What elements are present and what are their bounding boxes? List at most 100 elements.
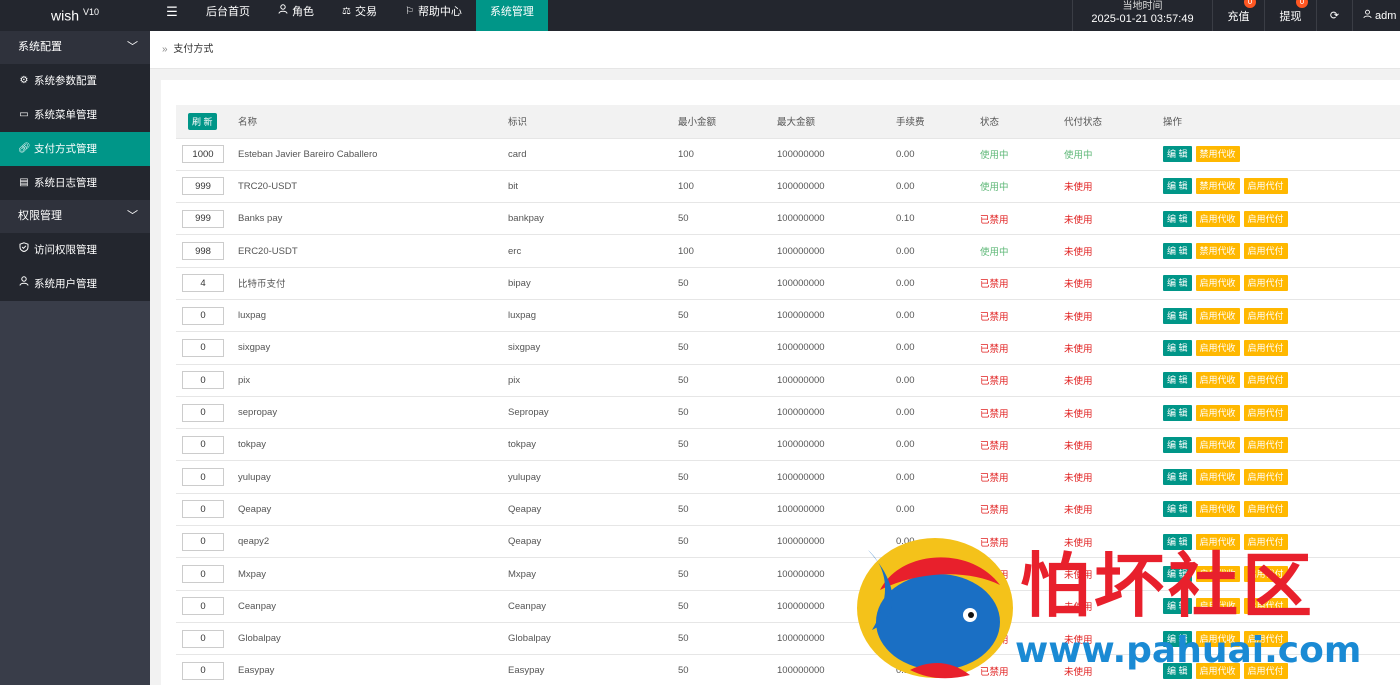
toggle-payout-button[interactable]: 启用代付 [1243, 178, 1288, 195]
refresh-button[interactable]: 刷 新 [188, 112, 217, 130]
edit-button[interactable]: 编 辑 [1163, 339, 1192, 356]
toggle-collection-button[interactable]: 启用代收 [1195, 501, 1240, 518]
recharge-button[interactable]: 充值 0 [1212, 0, 1264, 31]
gear-icon: ⚙ [19, 75, 29, 86]
topnav-item-system[interactable]: 系统管理 [475, 0, 548, 31]
cell-name: yulupay [232, 460, 502, 494]
sidebar-item-access-permissions[interactable]: 访问权限管理 [0, 233, 150, 267]
sidebar-item-system-logs[interactable]: ▤ 系统日志管理 [0, 166, 150, 200]
cell-min-amount: 100 [672, 170, 771, 204]
topnav-item-trade[interactable]: ⚖ 交易 [328, 0, 391, 31]
sort-order-input[interactable] [182, 435, 224, 454]
cell-fee: 0.00 [890, 331, 974, 365]
sort-order-input[interactable] [182, 177, 224, 196]
cell-fee: 0.00 [890, 138, 974, 171]
sidebar-item-label: 系统参数配置 [34, 75, 97, 87]
cell-code: Globalpay [502, 622, 672, 656]
sort-order-input[interactable] [182, 468, 224, 487]
withdraw-button[interactable]: 提现 0 [1264, 0, 1316, 31]
topnav-item-help[interactable]: ⚐ 帮助中心 [391, 0, 476, 31]
toggle-payout-button[interactable]: 启用代付 [1243, 210, 1288, 227]
watermark: 怕坏社区 www.pahuai.com [850, 530, 1400, 685]
sort-order-input[interactable] [182, 338, 224, 357]
sort-order-input[interactable] [182, 597, 224, 616]
toggle-payout-button[interactable]: 启用代付 [1243, 404, 1288, 421]
toggle-collection-button[interactable]: 启用代收 [1195, 469, 1240, 486]
edit-button[interactable]: 编 辑 [1163, 146, 1192, 163]
edit-button[interactable]: 编 辑 [1163, 404, 1192, 421]
toggle-payout-button[interactable]: 启用代付 [1243, 501, 1288, 518]
toggle-collection-button[interactable]: 启用代收 [1195, 372, 1240, 389]
edit-button[interactable]: 编 辑 [1163, 436, 1192, 453]
cell-status: 使用中 [974, 234, 1058, 268]
toggle-collection-button[interactable]: 启用代收 [1195, 210, 1240, 227]
sort-order-input[interactable] [182, 661, 224, 680]
toggle-payout-button[interactable]: 启用代付 [1243, 275, 1288, 292]
sort-order-input[interactable] [182, 403, 224, 422]
cell-payout-status: 未使用 [1058, 267, 1157, 300]
sidebar-item-system-params[interactable]: ⚙ 系统参数配置 [0, 64, 150, 98]
cell-code: Easypay [502, 654, 672, 685]
sort-order-input[interactable] [182, 306, 224, 325]
menu-toggle-icon[interactable]: ☰ [160, 0, 184, 31]
user-menu[interactable]: adm [1352, 0, 1400, 31]
toggle-collection-button[interactable]: 启用代收 [1195, 275, 1240, 292]
edit-button[interactable]: 编 辑 [1163, 178, 1192, 195]
sidebar-item-system-users[interactable]: 系统用户管理 [0, 267, 150, 301]
sidebar-item-system-menu[interactable]: ▭ 系统菜单管理 [0, 98, 150, 132]
topnav-item-home[interactable]: 后台首页 [192, 0, 264, 31]
sort-cell [176, 654, 232, 685]
toggle-collection-button[interactable]: 启用代收 [1195, 339, 1240, 356]
cell-code: bipay [502, 267, 672, 300]
cell-code: card [502, 138, 672, 171]
edit-button[interactable]: 编 辑 [1163, 307, 1192, 324]
edit-button[interactable]: 编 辑 [1163, 243, 1192, 260]
toggle-collection-button[interactable]: 禁用代收 [1195, 178, 1240, 195]
toggle-payout-button[interactable]: 启用代付 [1243, 307, 1288, 324]
cell-actions: 编 辑启用代收 启用代付 [1157, 460, 1400, 494]
header-name: 名称 [232, 105, 502, 139]
cell-max-amount: 100000000 [771, 331, 890, 365]
table-row: 比特币支付bipay501000000000.00已禁用未使用编 辑启用代收启用… [176, 267, 1400, 300]
sort-order-input[interactable] [182, 145, 224, 164]
cell-payout-status: 未使用 [1058, 460, 1157, 494]
toggle-collection-button[interactable]: 禁用代收 [1195, 243, 1240, 260]
table-row: Banks paybankpay501000000000.10已禁用未使用编 辑… [176, 202, 1400, 236]
sort-order-input[interactable] [182, 371, 224, 390]
toggle-payout-button[interactable]: 启用代付 [1243, 339, 1288, 356]
app-logo[interactable]: wish V10 [0, 0, 150, 31]
sort-order-input[interactable] [182, 209, 224, 228]
scale-icon: ⚖ [342, 6, 351, 17]
sidebar-item-label: 系统日志管理 [34, 177, 97, 189]
sidebar-group-permissions[interactable]: 权限管理 ﹀ [0, 200, 150, 233]
sort-order-input[interactable] [182, 242, 224, 261]
sidebar-item-payment-methods[interactable]: 🔗︎ 支付方式管理 [0, 132, 150, 166]
toggle-payout-button[interactable]: 启用代付 [1243, 436, 1288, 453]
sidebar-group-system-config[interactable]: 系统配置 ﹀ [0, 31, 150, 64]
toggle-payout-button[interactable]: 启用代付 [1243, 372, 1288, 389]
toggle-collection-button[interactable]: 启用代收 [1195, 436, 1240, 453]
sort-order-input[interactable] [182, 274, 224, 293]
topnav-item-label: 后台首页 [206, 6, 250, 18]
toggle-payout-button[interactable]: 启用代付 [1243, 243, 1288, 260]
topnav-item-roles[interactable]: 角色 [264, 0, 328, 31]
edit-button[interactable]: 编 辑 [1163, 210, 1192, 227]
cell-min-amount: 50 [672, 396, 771, 430]
cell-max-amount: 100000000 [771, 396, 890, 430]
edit-button[interactable]: 编 辑 [1163, 469, 1192, 486]
refresh-icon[interactable]: ⟳ [1316, 0, 1352, 31]
sort-order-input[interactable] [182, 629, 224, 648]
toggle-collection-button[interactable]: 启用代收 [1195, 307, 1240, 324]
sort-order-input[interactable] [182, 565, 224, 583]
toggle-payout-button[interactable]: 启用代付 [1243, 469, 1288, 486]
sort-order-input[interactable] [182, 532, 224, 551]
edit-button[interactable]: 编 辑 [1163, 372, 1192, 389]
toggle-collection-button[interactable]: 启用代收 [1195, 404, 1240, 421]
edit-button[interactable]: 编 辑 [1163, 501, 1192, 518]
edit-button[interactable]: 编 辑 [1163, 275, 1192, 292]
cell-max-amount: 100000000 [771, 428, 890, 462]
cell-name: Easypay [232, 654, 502, 685]
toggle-collection-button[interactable]: 禁用代收 [1195, 146, 1240, 163]
header-actions: 操作 [1157, 105, 1400, 139]
sort-order-input[interactable] [182, 500, 224, 519]
